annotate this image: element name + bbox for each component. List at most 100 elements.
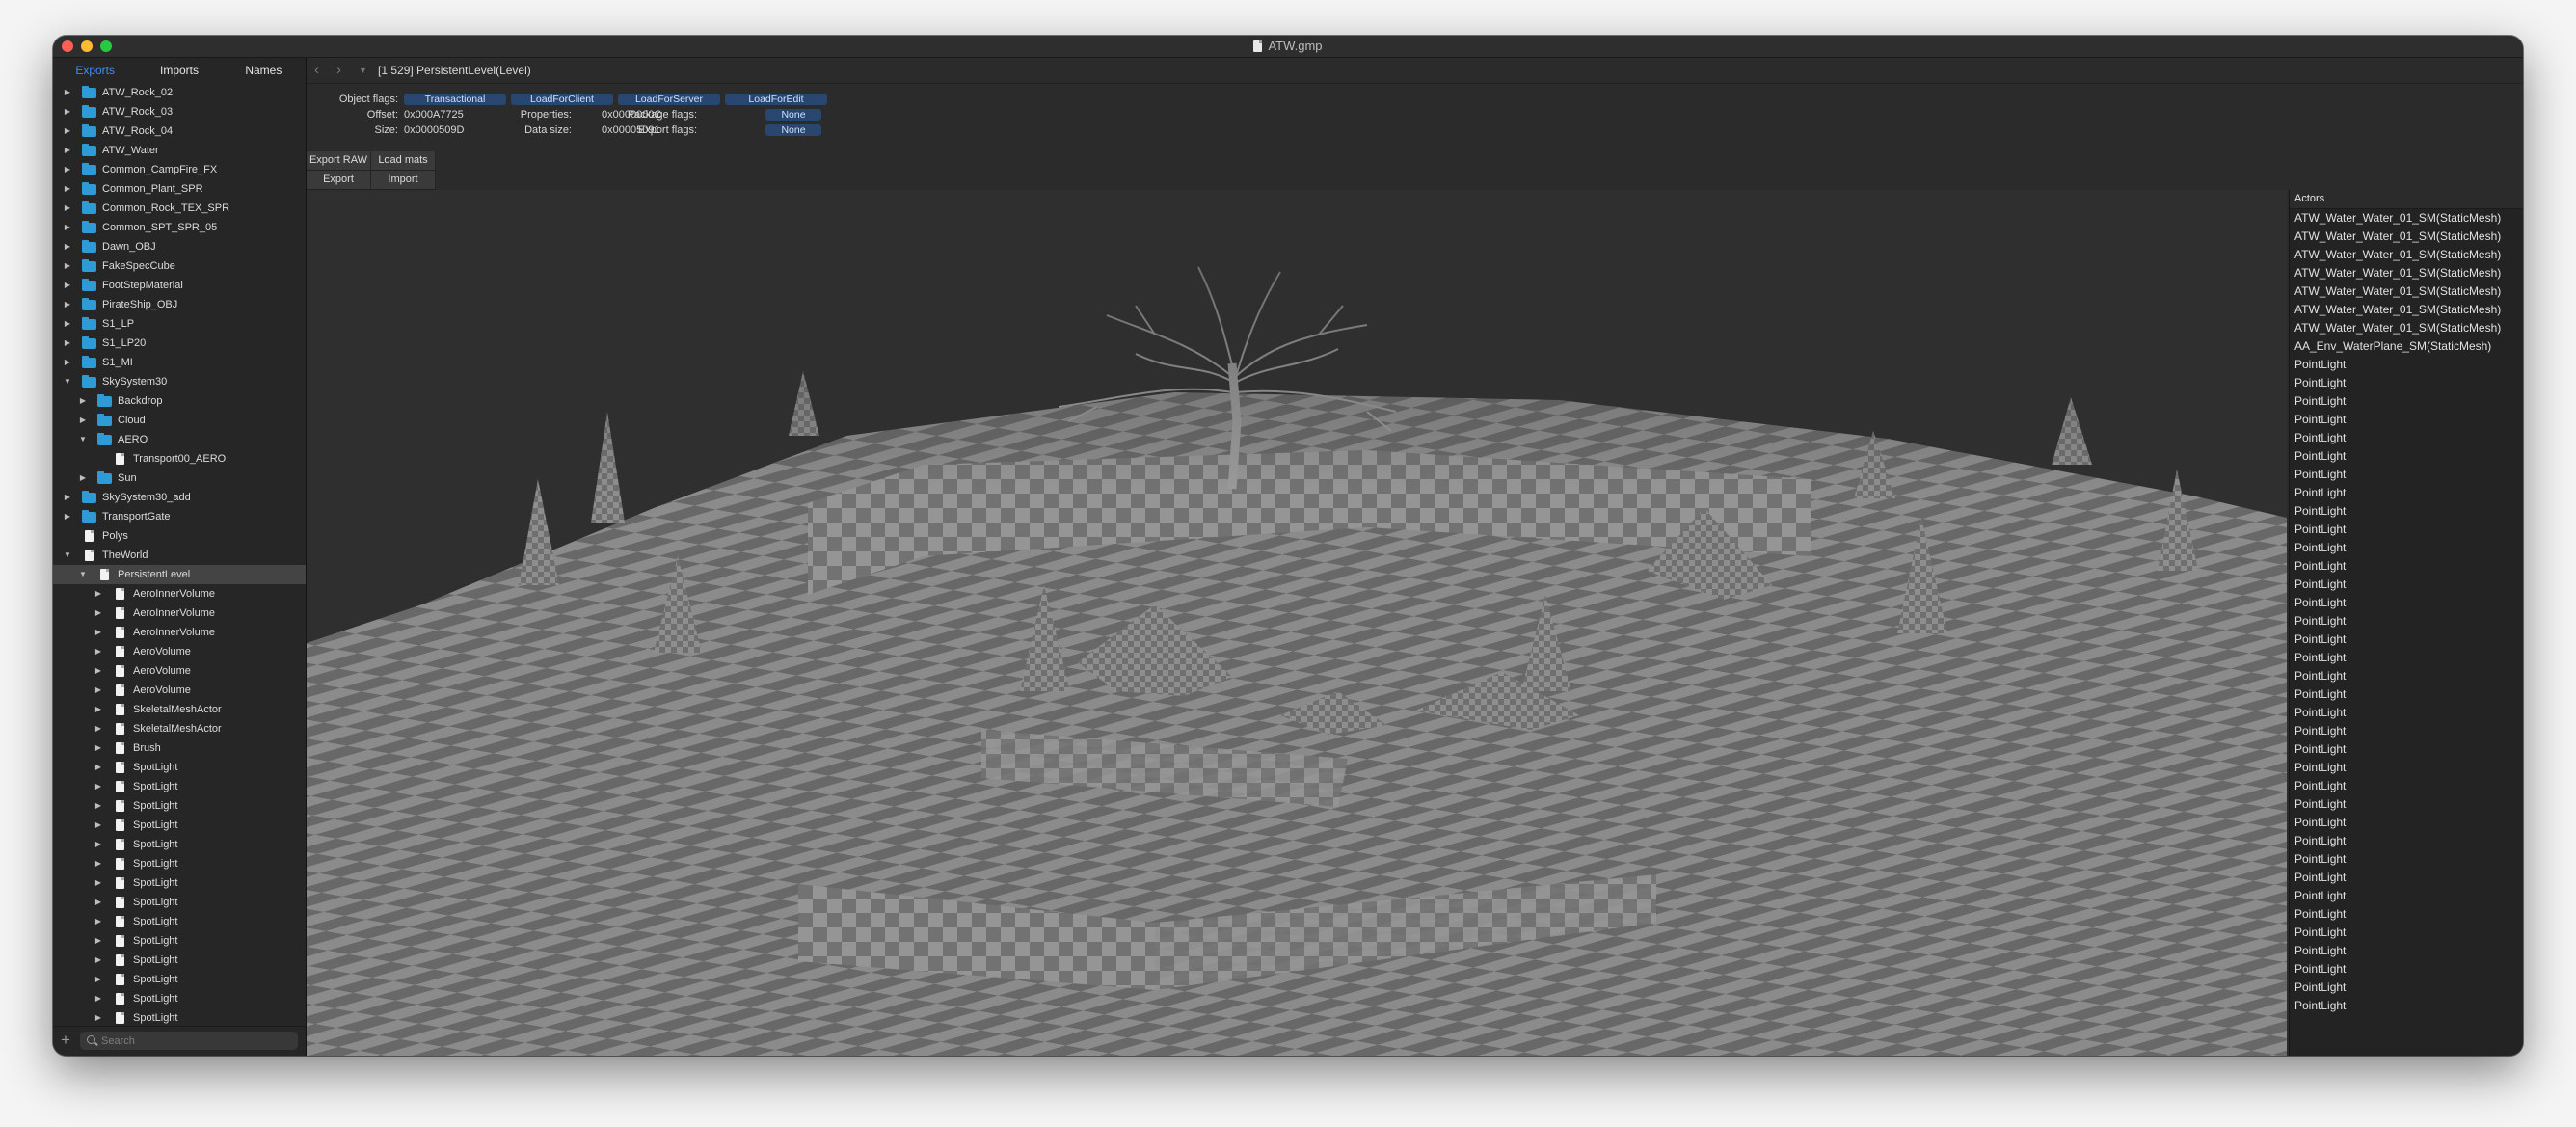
disclosure-collapsed-icon[interactable]: ▶	[63, 179, 72, 199]
disclosure-collapsed-icon[interactable]: ▶	[63, 218, 72, 237]
tree-item[interactable]: ▶ TransportGate	[53, 507, 306, 526]
disclosure-collapsed-icon[interactable]: ▶	[94, 1008, 103, 1027]
tree-item[interactable]: ▶ SpotLight	[53, 912, 306, 931]
disclosure-collapsed-icon[interactable]: ▶	[94, 719, 103, 738]
tree-item[interactable]: ▶ SkeletalMeshActor	[53, 719, 306, 738]
load-mats-button[interactable]: Load mats	[371, 151, 436, 171]
disclosure-collapsed-icon[interactable]: ▶	[94, 912, 103, 931]
tree-item[interactable]: ▶ AeroVolume	[53, 681, 306, 700]
actor-list-item[interactable]: PointLight	[2290, 539, 2523, 557]
disclosure-expanded-icon[interactable]: ▼	[63, 546, 72, 565]
tree-item[interactable]: ▶ Common_Plant_SPR	[53, 179, 306, 199]
tree-item[interactable]: ▶ Brush	[53, 738, 306, 758]
disclosure-collapsed-icon[interactable]: ▶	[94, 873, 103, 893]
actor-list-item[interactable]: PointLight	[2290, 576, 2523, 594]
actor-list-item[interactable]: ATW_Water_Water_01_SM(StaticMesh)	[2290, 301, 2523, 319]
import-button[interactable]: Import	[371, 171, 436, 190]
actor-list-item[interactable]: PointLight	[2290, 502, 2523, 521]
actor-list-item[interactable]: PointLight	[2290, 905, 2523, 924]
actor-list-item[interactable]: PointLight	[2290, 411, 2523, 429]
tab-exports[interactable]: Exports	[53, 58, 137, 83]
tree-item[interactable]: ▶ ATW_Rock_02	[53, 83, 306, 102]
actor-list-item[interactable]: ATW_Water_Water_01_SM(StaticMesh)	[2290, 282, 2523, 301]
tree-item[interactable]: ▶ S1_LP20	[53, 334, 306, 353]
tree-item[interactable]: ▶ Backdrop	[53, 391, 306, 411]
actor-list-item[interactable]: AA_Env_WaterPlane_SM(StaticMesh)	[2290, 337, 2523, 356]
actor-list-item[interactable]: PointLight	[2290, 557, 2523, 576]
disclosure-collapsed-icon[interactable]: ▶	[94, 681, 103, 700]
history-menu-icon[interactable]: ▼	[359, 58, 367, 83]
disclosure-collapsed-icon[interactable]: ▶	[63, 334, 72, 353]
disclosure-collapsed-icon[interactable]: ▶	[94, 661, 103, 681]
actor-list-item[interactable]: PointLight	[2290, 649, 2523, 667]
actor-list-item[interactable]: PointLight	[2290, 685, 2523, 704]
add-button[interactable]: +	[61, 1032, 70, 1049]
disclosure-collapsed-icon[interactable]: ▶	[63, 256, 72, 276]
tree-item[interactable]: ▶ ATW_Water	[53, 141, 306, 160]
disclosure-expanded-icon[interactable]: ▼	[78, 430, 88, 449]
actor-list-item[interactable]: ATW_Water_Water_01_SM(StaticMesh)	[2290, 228, 2523, 246]
tree-item[interactable]: ▶ S1_MI	[53, 353, 306, 372]
actor-list-item[interactable]: PointLight	[2290, 740, 2523, 759]
disclosure-collapsed-icon[interactable]: ▶	[63, 276, 72, 295]
tree-item[interactable]: ▶ SpotLight	[53, 777, 306, 796]
export-raw-button[interactable]: Export RAW	[307, 151, 371, 171]
tree-item[interactable]: ▶ SpotLight	[53, 816, 306, 835]
tree-item[interactable]: ▶ SpotLight	[53, 1008, 306, 1027]
actor-list-item[interactable]: PointLight	[2290, 466, 2523, 484]
actor-list-item[interactable]: PointLight	[2290, 960, 2523, 979]
tree-item[interactable]: ▶ SpotLight	[53, 951, 306, 970]
tree-item[interactable]: ▶ SpotLight	[53, 893, 306, 912]
tree-item[interactable]: ▶ S1_LP	[53, 314, 306, 334]
actor-list-item[interactable]: PointLight	[2290, 759, 2523, 777]
actor-list-item[interactable]: PointLight	[2290, 942, 2523, 960]
actor-list-item[interactable]: PointLight	[2290, 979, 2523, 997]
actor-list-item[interactable]: PointLight	[2290, 887, 2523, 905]
actor-list-item[interactable]: PointLight	[2290, 612, 2523, 631]
disclosure-collapsed-icon[interactable]: ▶	[63, 141, 72, 160]
disclosure-collapsed-icon[interactable]: ▶	[94, 700, 103, 719]
actor-list-item[interactable]: PointLight	[2290, 374, 2523, 392]
tree-item[interactable]: ▶ Common_SPT_SPR_05	[53, 218, 306, 237]
disclosure-collapsed-icon[interactable]: ▶	[94, 738, 103, 758]
tree-item[interactable]: ▶ Common_Rock_TEX_SPR	[53, 199, 306, 218]
actor-list-item[interactable]: ATW_Water_Water_01_SM(StaticMesh)	[2290, 264, 2523, 282]
tree-item[interactable]: ▶ FakeSpecCube	[53, 256, 306, 276]
disclosure-collapsed-icon[interactable]: ▶	[63, 353, 72, 372]
actor-list-item[interactable]: PointLight	[2290, 392, 2523, 411]
disclosure-collapsed-icon[interactable]: ▶	[94, 893, 103, 912]
tree-item[interactable]: ▶ SkeletalMeshActor	[53, 700, 306, 719]
tree-item[interactable]: ▶ AeroVolume	[53, 642, 306, 661]
disclosure-collapsed-icon[interactable]: ▶	[63, 488, 72, 507]
actor-list-item[interactable]: PointLight	[2290, 704, 2523, 722]
back-button[interactable]: ‹	[314, 58, 319, 83]
actor-list-item[interactable]: PointLight	[2290, 722, 2523, 740]
disclosure-collapsed-icon[interactable]: ▶	[78, 391, 88, 411]
tree-item[interactable]: ▶ Sun	[53, 469, 306, 488]
tab-imports[interactable]: Imports	[137, 58, 221, 83]
tree-item[interactable]: ▶ AeroInnerVolume	[53, 584, 306, 604]
tree-item[interactable]: ▶ SpotLight	[53, 796, 306, 816]
tree-item[interactable]: ▶ FootStepMaterial	[53, 276, 306, 295]
disclosure-collapsed-icon[interactable]: ▶	[63, 237, 72, 256]
disclosure-collapsed-icon[interactable]: ▶	[94, 796, 103, 816]
tab-names[interactable]: Names	[222, 58, 306, 83]
disclosure-collapsed-icon[interactable]: ▶	[78, 411, 88, 430]
actor-list-item[interactable]: PointLight	[2290, 447, 2523, 466]
tree-item[interactable]: ▶ SpotLight	[53, 989, 306, 1008]
tree-item[interactable]: ▼ TheWorld	[53, 546, 306, 565]
tree-item[interactable]: ▶ Common_CampFire_FX	[53, 160, 306, 179]
disclosure-collapsed-icon[interactable]: ▶	[94, 951, 103, 970]
disclosure-collapsed-icon[interactable]: ▶	[63, 314, 72, 334]
tree-item[interactable]: ▶ SpotLight	[53, 873, 306, 893]
disclosure-collapsed-icon[interactable]: ▶	[94, 623, 103, 642]
disclosure-collapsed-icon[interactable]: ▶	[94, 777, 103, 796]
tree-item[interactable]: ▶ SpotLight	[53, 758, 306, 777]
tree-item[interactable]: ▶ AeroVolume	[53, 661, 306, 681]
disclosure-collapsed-icon[interactable]: ▶	[94, 816, 103, 835]
tree-item[interactable]: ▶ SpotLight	[53, 931, 306, 951]
disclosure-collapsed-icon[interactable]: ▶	[63, 295, 72, 314]
actor-list-item[interactable]: PointLight	[2290, 631, 2523, 649]
disclosure-expanded-icon[interactable]: ▼	[78, 565, 88, 584]
actor-list-item[interactable]: PointLight	[2290, 777, 2523, 795]
